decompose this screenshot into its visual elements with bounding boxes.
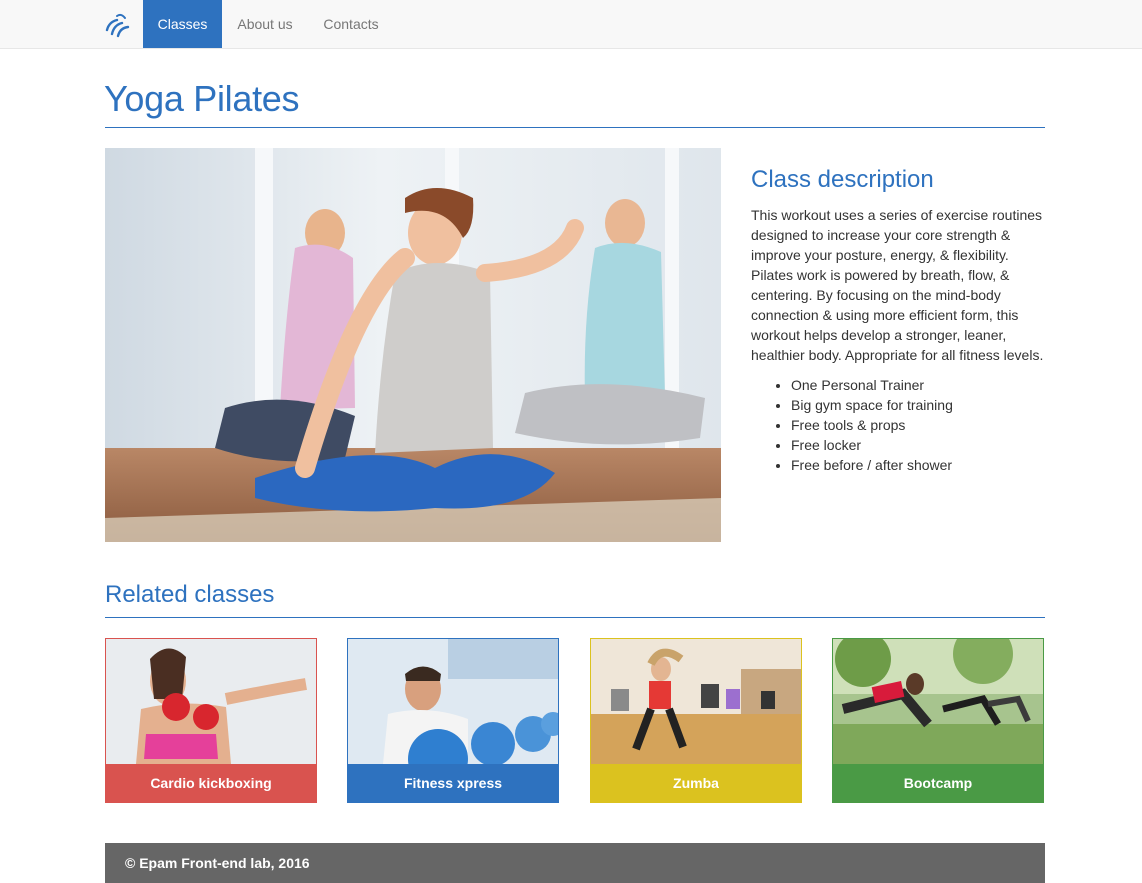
feature-item: Big gym space for training (791, 395, 1051, 415)
related-card-bootcamp[interactable]: Bootcamp (832, 638, 1044, 803)
feature-item: One Personal Trainer (791, 375, 1051, 395)
class-description-text: This workout uses a series of exercise r… (751, 207, 1044, 363)
feature-item: Free tools & props (791, 415, 1051, 435)
class-description: Class description This workout uses a se… (751, 166, 1051, 475)
zumba-image (591, 639, 801, 764)
class-description-heading: Class description (751, 166, 934, 193)
navbar: Classes About us Contacts (0, 0, 1142, 49)
related-card-label: Cardio kickboxing (106, 764, 316, 802)
nav-link-about-us[interactable]: About us (222, 0, 308, 48)
footer: © Epam Front-end lab, 2016 (105, 843, 1045, 883)
title-divider (105, 127, 1045, 128)
footer-copyright: © Epam Front-end lab, 2016 (125, 855, 310, 871)
hero-yoga-image (105, 148, 721, 542)
related-divider (105, 617, 1045, 618)
related-card-fitness-xpress[interactable]: Fitness xpress (347, 638, 559, 803)
page-title: Yoga Pilates (104, 78, 300, 119)
related-card-label: Bootcamp (833, 764, 1043, 802)
cardio-kickboxing-image (106, 639, 316, 764)
related-card-label: Fitness xpress (348, 764, 558, 802)
fitness-xpress-image (348, 639, 558, 764)
nav-link-classes[interactable]: Classes (143, 0, 222, 48)
nav-link-contacts[interactable]: Contacts (308, 0, 394, 48)
swirl-logo-icon[interactable] (103, 10, 133, 38)
related-card-zumba[interactable]: Zumba (590, 638, 802, 803)
bootcamp-image (833, 639, 1043, 764)
feature-list: One Personal Trainer Big gym space for t… (751, 375, 1051, 475)
related-classes-heading: Related classes (105, 581, 275, 608)
feature-item: Free locker (791, 435, 1051, 455)
feature-item: Free before / after shower (791, 455, 1051, 475)
related-card-cardio-kickboxing[interactable]: Cardio kickboxing (105, 638, 317, 803)
related-card-label: Zumba (591, 764, 801, 802)
